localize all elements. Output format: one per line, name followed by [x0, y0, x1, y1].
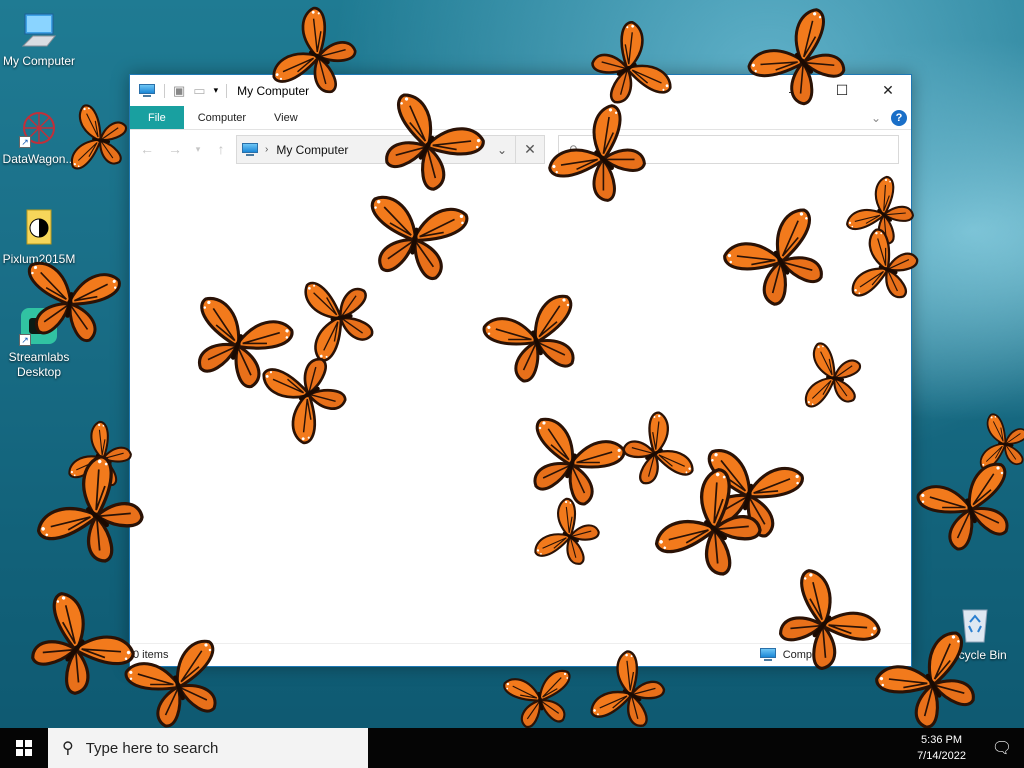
- computer-icon: [759, 648, 777, 662]
- back-button[interactable]: ←: [138, 141, 156, 157]
- taskbar-search-box[interactable]: ⚲ Type here to search: [48, 728, 368, 768]
- forward-button[interactable]: →: [166, 141, 184, 157]
- expand-ribbon-icon[interactable]: ⌄: [871, 111, 881, 125]
- butterfly-icon: [486, 662, 595, 736]
- windows-logo-icon: [16, 740, 32, 756]
- butterfly-icon: [54, 99, 145, 182]
- divider: [226, 83, 228, 98]
- tab-view[interactable]: View: [260, 106, 312, 129]
- computer-icon: [241, 142, 259, 157]
- breadcrumb[interactable]: My Computer: [276, 143, 348, 157]
- datawagon-icon: ↗: [19, 108, 59, 148]
- system-clock[interactable]: 5:36 PM 7/14/2022: [917, 732, 980, 764]
- close-button[interactable]: ✕: [865, 75, 911, 106]
- start-button[interactable]: [0, 728, 48, 768]
- breadcrumb-chevron-icon[interactable]: ›: [265, 144, 268, 155]
- desktop-icon-label: My Computer: [2, 54, 76, 68]
- taskbar: ⚲ Type here to search 5:36 PM 7/14/2022 …: [0, 728, 1024, 768]
- pixlum-icon: [19, 208, 59, 248]
- shortcut-arrow-icon: ↗: [19, 334, 31, 346]
- customize-qa-dropdown-icon[interactable]: ▾: [214, 85, 219, 96]
- clock-time: 5:36 PM: [921, 734, 963, 746]
- quick-access-toolbar: ▣ ▭ ▾: [138, 83, 218, 99]
- taskbar-search-placeholder: Type here to search: [85, 739, 219, 757]
- new-folder-icon[interactable]: ▭: [193, 83, 205, 99]
- computer-icon: [138, 83, 156, 98]
- desktop-icon-label: Streamlabs Desktop: [8, 350, 70, 379]
- recent-locations-icon[interactable]: ▾: [194, 144, 202, 155]
- divider: [164, 83, 165, 98]
- notification-center-icon[interactable]: 🗨: [980, 728, 1024, 768]
- butterfly-icon: [907, 446, 1024, 570]
- shortcut-arrow-icon: ↗: [19, 136, 31, 148]
- desktop-icon-my-computer[interactable]: My Computer: [0, 10, 78, 69]
- tab-computer[interactable]: Computer: [184, 106, 260, 129]
- my-computer-icon: [19, 10, 59, 50]
- clock-date: 7/14/2022: [917, 750, 966, 762]
- help-icon[interactable]: ?: [891, 109, 907, 126]
- butterfly-icon: [6, 577, 149, 719]
- up-button[interactable]: ↑: [212, 141, 230, 157]
- address-dropdown-icon[interactable]: ⌄: [489, 143, 515, 157]
- properties-icon[interactable]: ▣: [173, 83, 185, 99]
- search-icon: ⚲: [62, 740, 74, 757]
